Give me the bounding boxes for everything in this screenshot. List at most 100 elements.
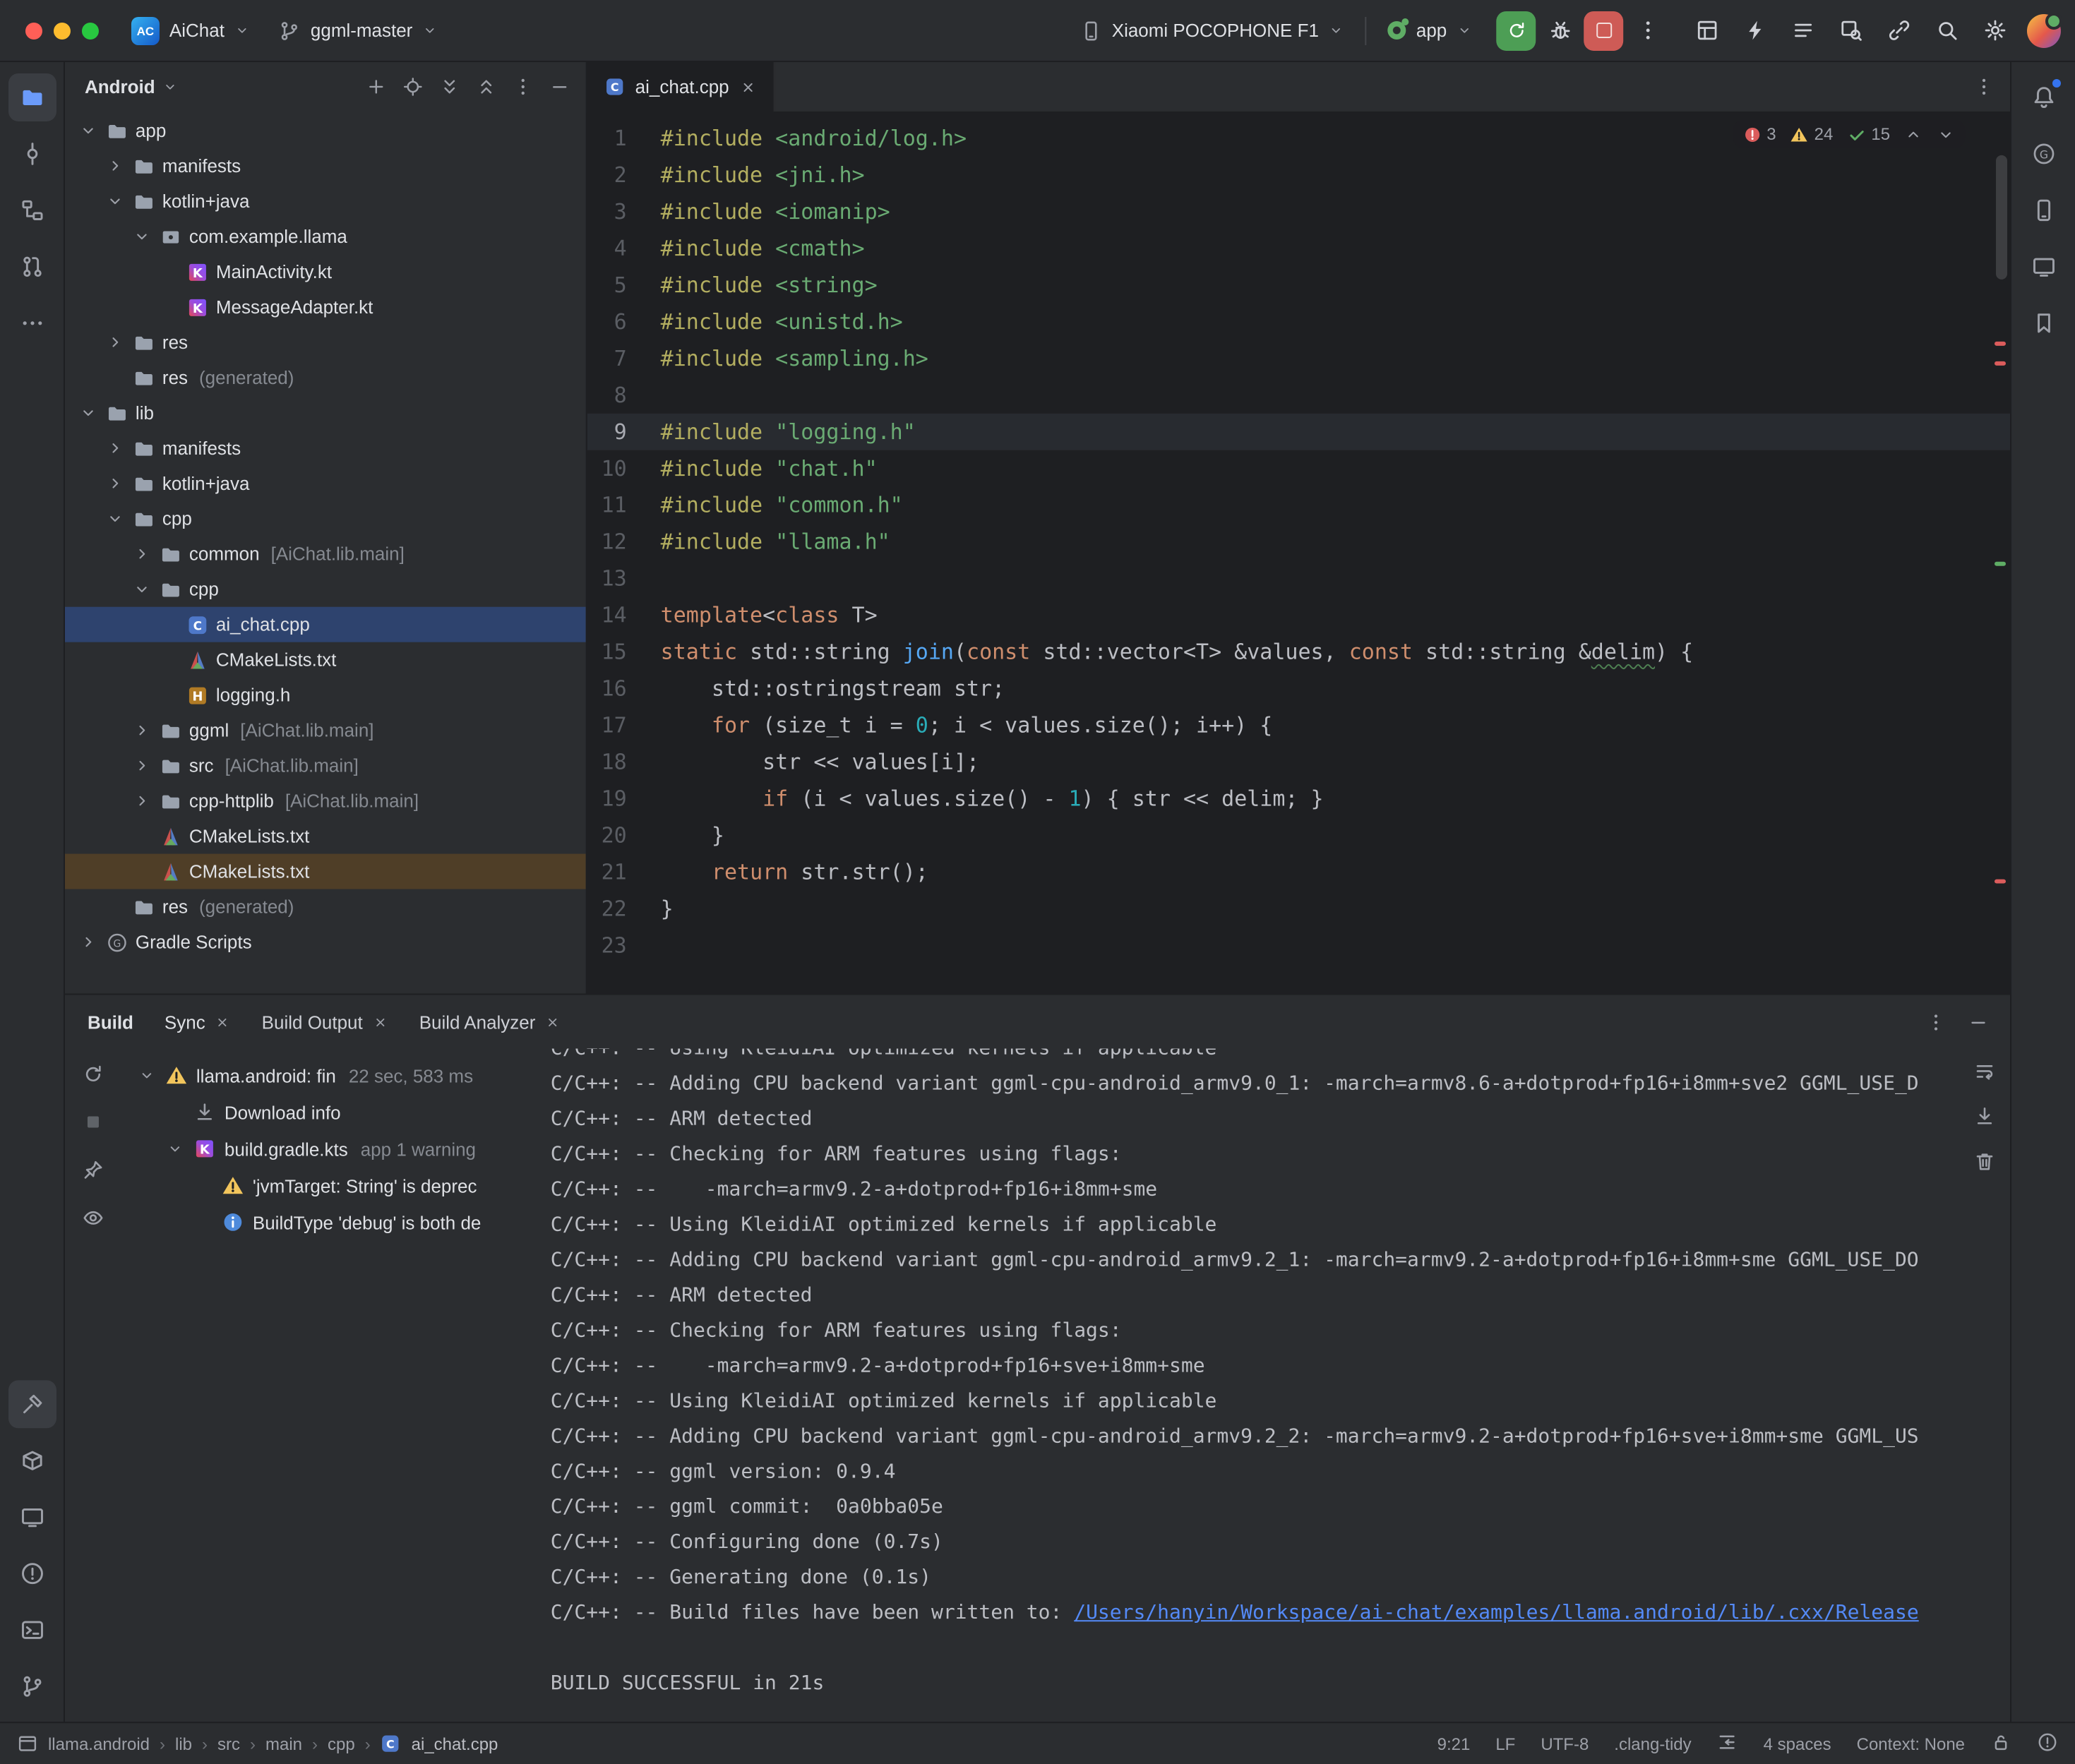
chevron-right-icon[interactable] <box>130 719 153 742</box>
device-mirroring-button[interactable] <box>1877 9 1920 52</box>
build-tree-item-jvmtarget-string-is-deprec[interactable]: 'jvmTarget: String' is deprec <box>121 1167 534 1204</box>
chevron-right-icon[interactable] <box>103 472 126 495</box>
previous-problem-button[interactable] <box>1904 125 1922 143</box>
tool-window-button-commit[interactable] <box>8 130 56 178</box>
code-line-4[interactable]: 4#include <cmath> <box>587 230 2010 267</box>
tree-item-cpp[interactable]: cpp <box>65 572 586 607</box>
minimize-window-button[interactable] <box>54 22 71 39</box>
tree-item-app[interactable]: app <box>65 113 586 148</box>
code-line-23[interactable]: 23 <box>587 928 2010 964</box>
code-line-14[interactable]: 14template<class T> <box>587 597 2010 634</box>
tool-window-button-emulator[interactable] <box>2019 243 2067 291</box>
breadcrumb-item[interactable]: lib <box>175 1734 192 1753</box>
chevron-right-icon[interactable] <box>103 437 126 460</box>
code-line-22[interactable]: 22} <box>587 891 2010 928</box>
chevron-right-icon[interactable] <box>76 931 99 954</box>
breadcrumb-item[interactable]: cpp <box>328 1734 355 1753</box>
hide-panel-button[interactable] <box>1959 1004 1996 1040</box>
collapse-all-button[interactable] <box>467 68 504 104</box>
build-tab-build-output[interactable]: Build Output <box>262 1011 388 1032</box>
code-line-5[interactable]: 5#include <string> <box>587 267 2010 304</box>
statusbar-read-lock-button[interactable] <box>1990 1731 2011 1756</box>
chevron-down-icon[interactable] <box>130 578 153 601</box>
tool-window-button-pull-requests[interactable] <box>8 243 56 291</box>
build-console[interactable]: C/C++: -- Using KleidiAI optimized kerne… <box>534 1048 1959 1722</box>
chevron-right-icon[interactable] <box>103 155 126 177</box>
search-everywhere-button[interactable] <box>1925 9 1968 52</box>
editor-options-button[interactable] <box>1965 68 2002 105</box>
tool-window-button-project[interactable] <box>8 73 56 121</box>
tree-item-cpp[interactable]: cpp <box>65 501 586 536</box>
close-tab-icon[interactable] <box>373 1014 388 1029</box>
tool-window-button-terminal[interactable] <box>8 1606 56 1654</box>
error-stripe-mark[interactable] <box>1995 880 2006 884</box>
add-button[interactable] <box>357 68 394 104</box>
build-tree-item-build-gradle-kts[interactable]: Kbuild.gradle.ktsapp 1 warning <box>121 1130 534 1167</box>
rerun-app-button[interactable] <box>1496 11 1536 50</box>
error-stripe-mark[interactable] <box>1995 361 2006 366</box>
tool-window-button-device-manager[interactable] <box>2019 186 2067 234</box>
pin-tab-button[interactable] <box>82 1158 104 1188</box>
close-tab-icon[interactable] <box>545 1014 561 1029</box>
tree-item-com-example-llama[interactable]: com.example.llama <box>65 219 586 254</box>
tree-item-cmakelists-txt[interactable]: CMakeLists.txt <box>65 819 586 854</box>
chevron-down-icon[interactable] <box>136 1064 157 1086</box>
statusbar-cursor-position[interactable]: 9:21 <box>1437 1734 1471 1753</box>
build-tree-item-download-info[interactable]: Download info <box>121 1093 534 1130</box>
build-tab-sync[interactable]: Sync <box>165 1011 231 1032</box>
tree-item-manifests[interactable]: manifests <box>65 431 586 466</box>
build-panel-title[interactable]: Build <box>88 1011 133 1032</box>
close-window-button[interactable] <box>25 22 42 39</box>
tree-item-res[interactable]: res(generated) <box>65 360 586 395</box>
passed-count[interactable]: 15 <box>1847 124 1890 144</box>
logcat-button[interactable] <box>1781 9 1824 52</box>
rerun-build-button[interactable] <box>82 1062 104 1092</box>
breadcrumb-item[interactable]: main <box>265 1734 302 1753</box>
tool-window-button-version-control[interactable] <box>8 1662 56 1710</box>
error-stripe-mark[interactable] <box>1995 342 2006 346</box>
stop-build-button[interactable] <box>82 1110 104 1140</box>
tool-window-button-dependencies[interactable] <box>8 1436 56 1484</box>
filter-button[interactable] <box>82 1206 104 1236</box>
locate-file-button[interactable] <box>394 68 431 104</box>
statusbar-code-style-indent-button[interactable] <box>1717 1731 1738 1756</box>
tool-window-button-problems[interactable] <box>8 1549 56 1597</box>
code-line-2[interactable]: 2#include <jni.h> <box>587 157 2010 193</box>
code-line-21[interactable]: 21 return str.str(); <box>587 854 2010 891</box>
breadcrumb-item[interactable]: llama.android <box>48 1734 150 1753</box>
project-widget[interactable]: AC AiChat <box>119 9 263 52</box>
statusbar-encoding[interactable]: UTF-8 <box>1541 1734 1589 1753</box>
build-tree-item-llama-android-fin[interactable]: llama.android: fin22 sec, 583 ms <box>121 1057 534 1093</box>
code-line-15[interactable]: 15static std::string join(const std::vec… <box>587 634 2010 671</box>
user-avatar[interactable] <box>2027 13 2061 47</box>
errors-count[interactable]: 3 <box>1742 124 1776 144</box>
tree-item-cmakelists-txt[interactable]: CMakeLists.txt <box>65 642 586 678</box>
tool-window-button-notifications[interactable] <box>2019 73 2067 121</box>
more-options-button[interactable] <box>504 68 541 104</box>
chevron-down-icon[interactable] <box>76 402 99 424</box>
code-line-11[interactable]: 11#include "common.h" <box>587 487 2010 524</box>
tree-item-res[interactable]: res <box>65 325 586 360</box>
scroll-to-end-button[interactable] <box>1973 1105 1996 1134</box>
breadcrumb-item[interactable]: src <box>217 1734 240 1753</box>
tree-item-cpp-httplib[interactable]: cpp-httplib[AiChat.lib.main] <box>65 784 586 819</box>
next-problem-button[interactable] <box>1937 125 1955 143</box>
tree-item-common[interactable]: common[AiChat.lib.main] <box>65 536 586 572</box>
close-tab-icon[interactable] <box>739 78 756 95</box>
close-tab-icon[interactable] <box>215 1014 231 1029</box>
code-line-16[interactable]: 16 std::ostringstream str; <box>587 671 2010 707</box>
stop-button[interactable] <box>1584 11 1623 50</box>
editor-tab-ai-chat-cpp[interactable]: C ai_chat.cpp <box>587 62 775 112</box>
change-stripe-mark[interactable] <box>1995 562 2006 566</box>
code-line-20[interactable]: 20 } <box>587 817 2010 854</box>
clear-all-button[interactable] <box>1973 1150 1996 1180</box>
tree-item-kotlin-java[interactable]: kotlin+java <box>65 466 586 501</box>
code-line-10[interactable]: 10#include "chat.h" <box>587 450 2010 487</box>
app-inspection-button[interactable] <box>1829 9 1872 52</box>
expand-all-button[interactable] <box>431 68 467 104</box>
statusbar-line-separator[interactable]: LF <box>1495 1734 1515 1753</box>
chevron-right-icon[interactable] <box>130 755 153 777</box>
chevron-down-icon[interactable] <box>164 1138 185 1159</box>
tree-item-ggml[interactable]: ggml[AiChat.lib.main] <box>65 713 586 748</box>
warnings-count[interactable]: 24 <box>1790 124 1834 144</box>
